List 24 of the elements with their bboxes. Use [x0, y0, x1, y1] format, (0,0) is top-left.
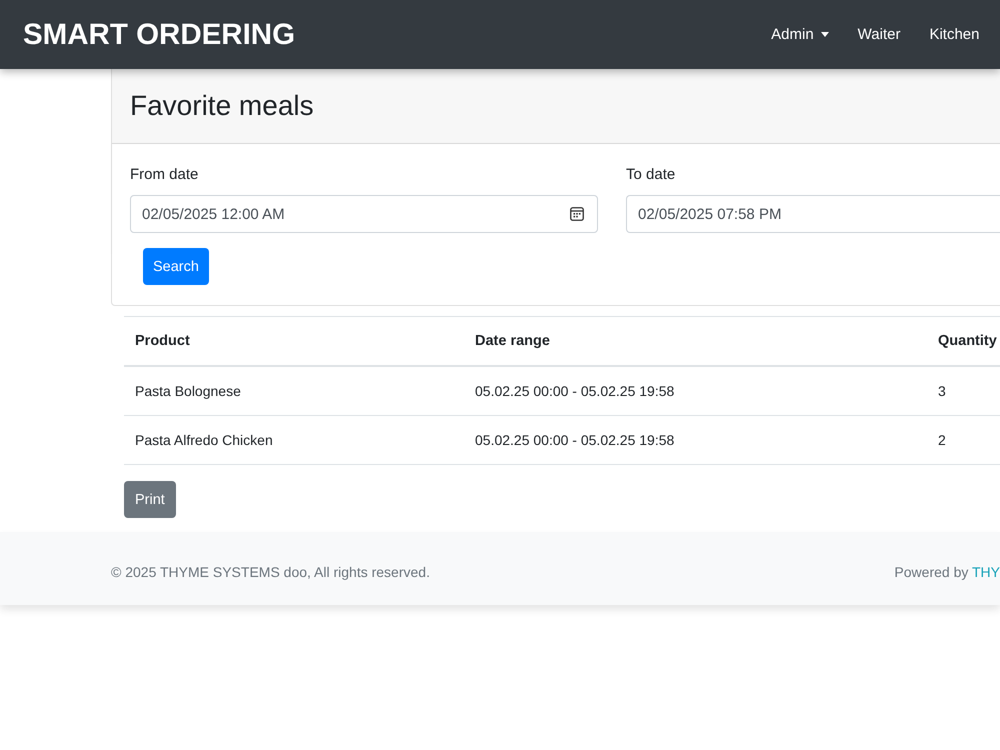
- brand-title[interactable]: SMART ORDERING: [23, 18, 296, 52]
- calendar-icon[interactable]: [570, 207, 584, 221]
- date-input[interactable]: 02/05/2025 12:00 AM: [130, 195, 598, 233]
- nav-link[interactable]: Kitchen: [914, 18, 994, 51]
- page-title: Favorite meals: [130, 89, 315, 123]
- caret-icon: [820, 32, 829, 37]
- column-header: Product: [124, 316, 464, 366]
- nav-dropdown[interactable]: Admin: [756, 18, 844, 51]
- table-cell: 3: [927, 366, 1000, 416]
- field-label: To date: [626, 165, 676, 185]
- table-cell: Pasta Bolognese: [124, 366, 464, 416]
- column-header: Date range: [464, 316, 927, 366]
- print-button[interactable]: Print: [124, 481, 176, 518]
- copyright-text: © 2025 THYME SYSTEMS doo, All rights reserved.: [111, 564, 430, 580]
- column-header: Quantity: [927, 316, 1000, 366]
- table-cell: 05.02.25 00:00 - 05.02.25 19:58: [464, 366, 927, 416]
- date-input[interactable]: 02/05/2025 07:58 PM: [626, 195, 1000, 233]
- nav-link[interactable]: Waiter: [843, 18, 915, 51]
- table-cell: 05.02.25 00:00 - 05.02.25 19:58: [464, 416, 927, 464]
- field-label: From date: [130, 165, 198, 185]
- table-cell: 2: [927, 416, 1000, 464]
- powered-by-text: Powered by THY: [894, 564, 1000, 580]
- search-button[interactable]: Search: [143, 248, 209, 285]
- table-cell: Pasta Alfredo Chicken: [124, 416, 464, 464]
